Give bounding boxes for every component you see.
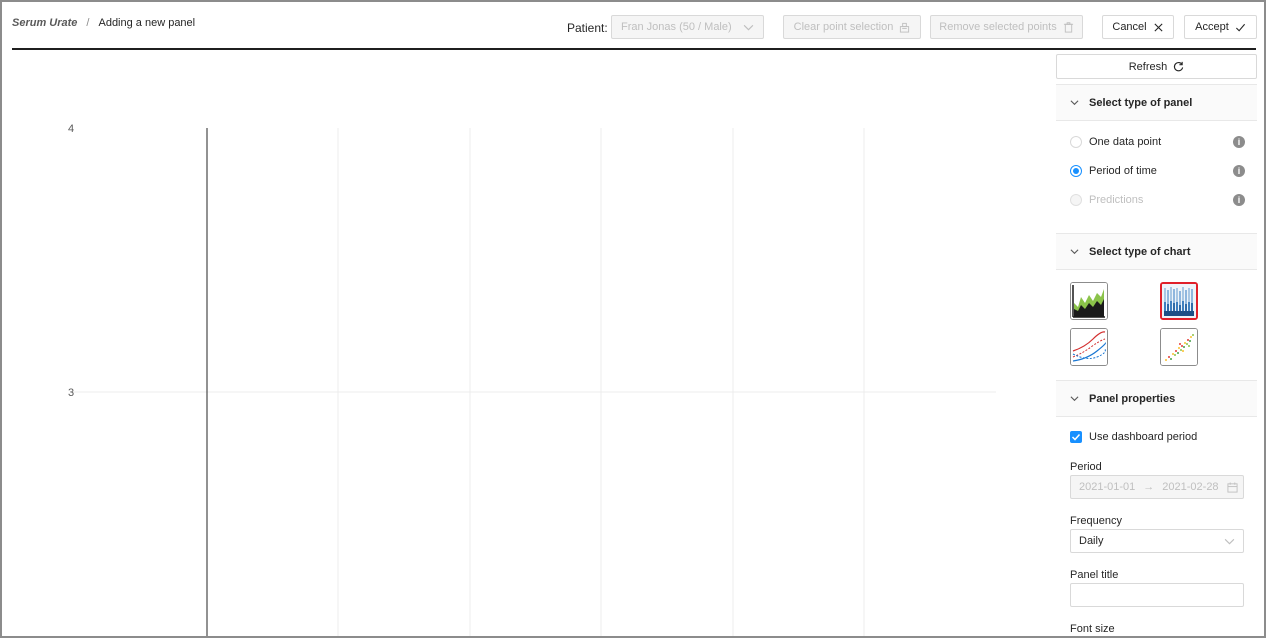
y-tick-label: 3	[68, 387, 74, 399]
radio-label: Predictions	[1089, 194, 1144, 206]
chevron-down-icon	[1070, 100, 1079, 106]
info-icon[interactable]: i	[1233, 194, 1245, 206]
section-panel-properties-header[interactable]: Panel properties	[1056, 380, 1257, 417]
radio-button[interactable]	[1070, 194, 1082, 206]
header-divider	[12, 48, 1256, 50]
period-arrow: →	[1143, 481, 1155, 493]
refresh-button[interactable]: Refresh	[1056, 54, 1257, 79]
frequency-label: Frequency	[1070, 515, 1122, 527]
check-icon	[1235, 23, 1245, 32]
breadcrumb-separator: /	[86, 17, 90, 29]
section-panel-type-header[interactable]: Select type of panel	[1056, 84, 1257, 121]
use-dashboard-period-checkbox[interactable]	[1070, 431, 1082, 443]
patient-select-value: Fran Jonas (50 / Male)	[621, 21, 732, 33]
clear-point-selection-button[interactable]: Clear point selection	[783, 15, 921, 39]
radio-label: One data point	[1089, 136, 1162, 148]
panel-title-label: Panel title	[1070, 569, 1119, 581]
frequency-select-value: Daily	[1079, 535, 1104, 547]
accept-button[interactable]: Accept	[1184, 15, 1257, 39]
panel-title-input[interactable]	[1070, 583, 1244, 607]
radio-label: Period of time	[1089, 165, 1157, 177]
header: Serum Urate / Adding a new panel Patient…	[2, 2, 1264, 50]
y-tick-label: 4	[68, 123, 74, 135]
font-size-label: Font size	[1070, 623, 1115, 635]
area-chart-icon	[1071, 283, 1107, 319]
chevron-down-icon	[743, 24, 754, 30]
stacked-bar-chart-icon	[1162, 284, 1196, 318]
chart-type-area-thumbnail[interactable]	[1070, 282, 1108, 320]
chart-type-scatter-thumbnail[interactable]	[1160, 328, 1198, 366]
chevron-down-icon	[1070, 249, 1079, 255]
clear-point-selection-label: Clear point selection	[793, 21, 894, 33]
section-panel-type-title: Select type of panel	[1089, 96, 1193, 109]
clear-icon	[900, 22, 910, 33]
section-chart-type-title: Select type of chart	[1089, 245, 1191, 258]
info-icon[interactable]: i	[1233, 165, 1245, 177]
breadcrumb-title[interactable]: Serum Urate	[12, 17, 77, 29]
period-end[interactable]: 2021-02-28	[1162, 481, 1218, 493]
use-dashboard-period-label: Use dashboard period	[1089, 431, 1198, 443]
frequency-select[interactable]: Daily	[1070, 529, 1244, 553]
radio-predictions[interactable]: Predictions i	[1070, 192, 1245, 208]
radio-button[interactable]	[1070, 136, 1082, 148]
scatter-chart-icon	[1161, 329, 1197, 365]
patient-label: Patient:	[567, 21, 608, 35]
section-chart-type-header[interactable]: Select type of chart	[1056, 233, 1257, 270]
breadcrumb: Serum Urate / Adding a new panel	[12, 17, 195, 29]
radio-period-of-time[interactable]: Period of time i	[1070, 163, 1245, 179]
remove-selected-points-button[interactable]: Remove selected points	[930, 15, 1083, 39]
close-icon	[1154, 22, 1163, 32]
app-window: Serum Urate / Adding a new panel Patient…	[0, 0, 1266, 638]
refresh-label: Refresh	[1128, 60, 1168, 73]
period-label: Period	[1070, 461, 1102, 473]
breadcrumb-current: Adding a new panel	[98, 17, 196, 29]
chart-svg: 4 3	[68, 123, 996, 636]
use-dashboard-period-checkbox-row[interactable]: Use dashboard period	[1070, 431, 1197, 443]
check-icon	[1071, 433, 1081, 441]
vertical-gridlines	[337, 128, 865, 636]
chevron-down-icon	[1224, 538, 1235, 544]
remove-selected-points-label: Remove selected points	[939, 21, 1057, 33]
chart-type-stacked-bar-thumbnail[interactable]	[1160, 282, 1198, 320]
line-chart-icon	[1071, 329, 1107, 365]
patient-select[interactable]: Fran Jonas (50 / Male)	[611, 15, 764, 39]
period-start[interactable]: 2021-01-01	[1079, 481, 1135, 493]
info-icon[interactable]: i	[1233, 136, 1245, 148]
refresh-icon	[1174, 61, 1184, 72]
cancel-label: Cancel	[1112, 21, 1147, 33]
chart-type-line-thumbnail[interactable]	[1070, 328, 1108, 366]
section-panel-properties-title: Panel properties	[1089, 392, 1176, 405]
accept-label: Accept	[1195, 21, 1229, 33]
radio-button[interactable]	[1070, 165, 1082, 177]
period-range-picker[interactable]: 2021-01-01 → 2021-02-28	[1070, 475, 1244, 499]
chart-area[interactable]: 4 3	[12, 62, 1012, 636]
calendar-icon	[1227, 481, 1238, 493]
chevron-down-icon	[1070, 396, 1079, 402]
radio-one-data-point[interactable]: One data point i	[1070, 134, 1245, 150]
sidebar: Refresh Select type of panel One data po…	[1056, 54, 1257, 636]
cancel-button[interactable]: Cancel	[1102, 15, 1174, 39]
trash-icon	[1063, 21, 1073, 33]
